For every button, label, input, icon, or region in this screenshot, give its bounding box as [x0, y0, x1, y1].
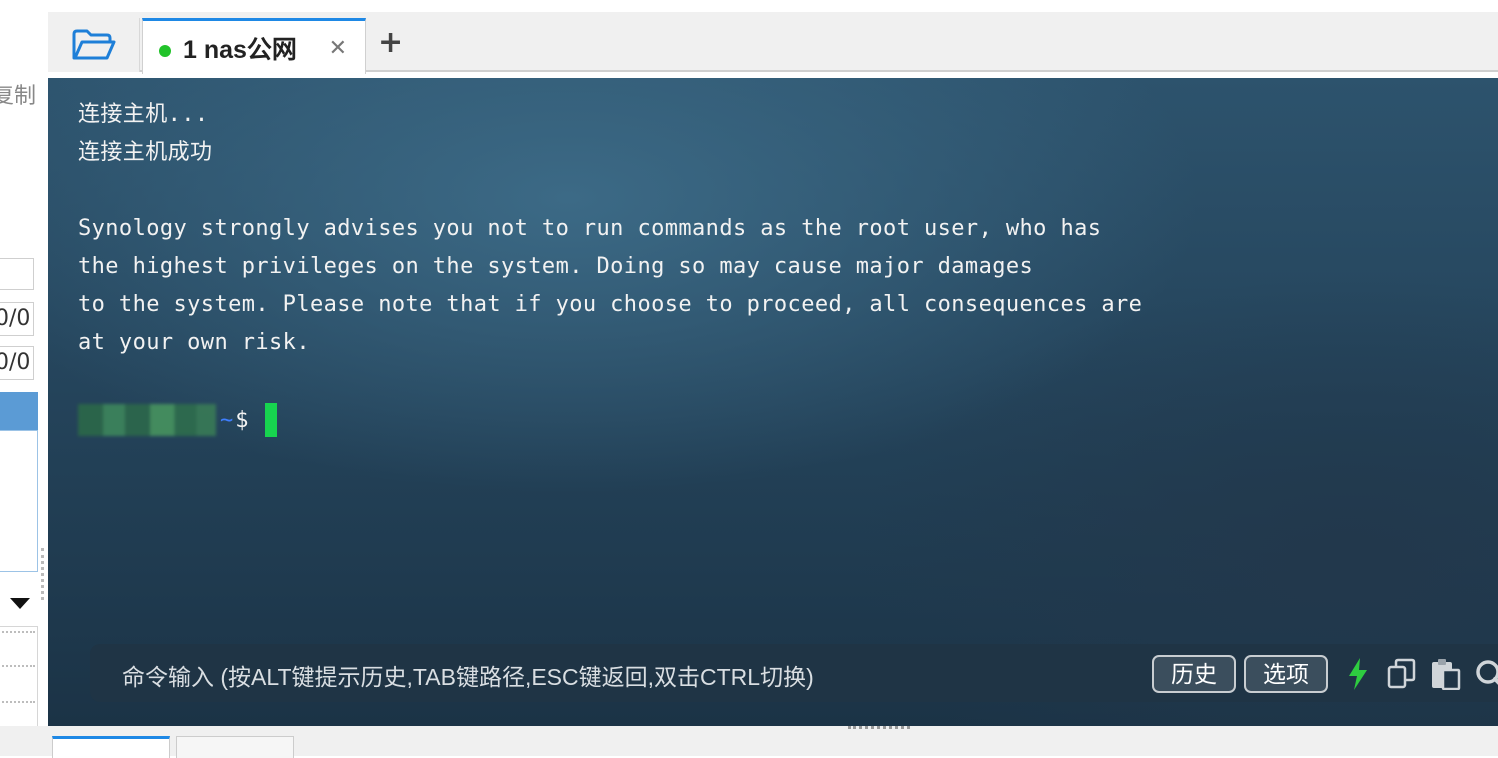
paste-icon[interactable] — [1428, 656, 1464, 692]
left-panel-list[interactable] — [0, 430, 38, 572]
bottom-tab-2[interactable] — [176, 736, 294, 758]
close-icon[interactable]: ✕ — [329, 36, 347, 61]
horizontal-splitter[interactable] — [848, 726, 910, 730]
history-button[interactable]: 历史 — [1152, 655, 1236, 693]
options-button[interactable]: 选项 — [1244, 655, 1328, 693]
terminal-line: to the system. Please note that if you c… — [78, 292, 1143, 317]
search-icon[interactable] — [1472, 656, 1498, 692]
plus-icon[interactable]: + — [378, 26, 403, 60]
terminal-line: 连接主机... — [78, 102, 209, 127]
left-side-panel: 复制 0/0 0/0 — [0, 0, 46, 756]
lightning-icon[interactable] — [1340, 656, 1376, 692]
left-panel-selected-item[interactable] — [0, 392, 38, 430]
terminal-line: Synology strongly advises you not to run… — [78, 216, 1102, 241]
session-tab-bar: 1 nas公网 ✕ + — [48, 12, 1498, 74]
chevron-down-icon[interactable] — [10, 598, 30, 609]
prompt-path: ~ — [220, 407, 234, 433]
command-input-bar[interactable]: 命令输入 (按ALT键提示历史,TAB键路径,ESC键返回,双击CTRL切换) … — [90, 644, 1498, 702]
copy-icon[interactable] — [1384, 656, 1420, 692]
vertical-splitter[interactable] — [41, 548, 45, 600]
terminal-cursor — [264, 403, 277, 437]
left-panel-rows — [0, 626, 38, 736]
tab-label: 1 nas公网 — [183, 35, 297, 64]
terminal-line: 连接主机成功 — [78, 140, 213, 165]
terminal-output: 连接主机... 连接主机成功 Synology strongly advises … — [78, 96, 1142, 362]
prompt-symbol: $ — [235, 407, 249, 433]
bottom-tab-1[interactable] — [52, 736, 170, 758]
terminal-view[interactable]: 连接主机... 连接主机成功 Synology strongly advises … — [48, 78, 1498, 726]
terminal-prompt: ~ $ — [78, 402, 277, 438]
redacted-hostname — [78, 404, 216, 436]
session-manager-button[interactable] — [48, 18, 140, 72]
terminal-line: the highest privileges on the system. Do… — [78, 254, 1034, 279]
bottom-panel-strip — [0, 726, 1498, 758]
left-panel-input[interactable] — [0, 258, 34, 290]
tab-session-nas[interactable]: 1 nas公网 ✕ — [142, 18, 366, 74]
left-panel-counter-2: 0/0 — [0, 346, 34, 380]
folder-open-icon — [72, 29, 115, 60]
left-panel-label: 复制 — [0, 84, 37, 109]
connected-status-dot — [159, 44, 171, 57]
command-input-hint[interactable]: 命令输入 (按ALT键提示历史,TAB键路径,ESC键返回,双击CTRL切换) — [122, 658, 814, 692]
left-panel-counter-1: 0/0 — [0, 302, 34, 336]
terminal-line: at your own risk. — [78, 330, 310, 355]
